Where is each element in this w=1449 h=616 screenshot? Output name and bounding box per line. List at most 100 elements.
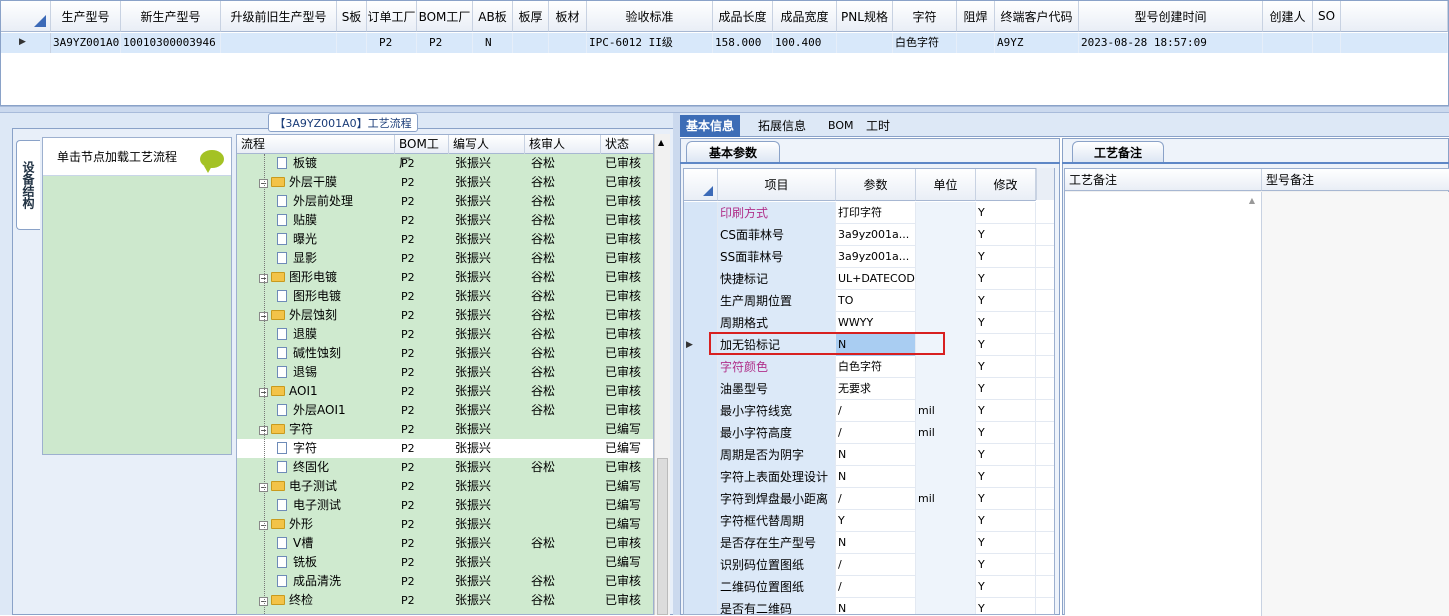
params-col-unit[interactable]: 单位 — [916, 169, 976, 201]
param-cell-unit[interactable]: mil — [916, 488, 976, 510]
param-cell-unit[interactable]: mil — [916, 422, 976, 444]
param-cell-modify[interactable]: Y — [976, 554, 1036, 576]
param-row[interactable]: 字符上表面处理设计 N Y — [684, 466, 1054, 488]
cell-ab-board[interactable]: N — [473, 33, 513, 53]
tree-row[interactable]: 碱性蚀刻 P2 张振兴 谷松 已审核 — [237, 344, 653, 363]
tree-col-bom[interactable]: BOM工厂 — [395, 135, 449, 170]
param-cell-item[interactable]: 字符到焊盘最小距离 — [718, 488, 836, 510]
col-ab-board[interactable]: AB板 — [473, 1, 513, 32]
col-customer-code[interactable]: 终端客户代码 — [995, 1, 1079, 32]
tree-scrollbar[interactable]: ▲ — [654, 134, 670, 615]
tree-row[interactable]: − 电子测试 P2 张振兴 已编写 — [237, 477, 653, 496]
param-cell-item[interactable]: 是否有二维码 — [718, 598, 836, 614]
param-cell-value[interactable]: N — [836, 598, 916, 614]
param-cell-modify[interactable]: Y — [976, 268, 1036, 290]
scroll-up-icon[interactable]: ▲ — [1249, 196, 1255, 205]
param-row-header[interactable] — [684, 356, 718, 378]
param-cell-item[interactable]: 字符颜色 — [718, 356, 836, 378]
tab-basic-info[interactable]: 基本信息 — [680, 115, 741, 137]
param-cell-modify[interactable]: Y — [976, 246, 1036, 268]
cell-bom-factory[interactable]: P2 — [417, 33, 473, 53]
param-row-header[interactable] — [684, 268, 718, 290]
param-row-header[interactable] — [684, 202, 718, 224]
param-row[interactable]: 二维码位置图纸 / Y — [684, 576, 1054, 598]
tree-row[interactable]: 字符 P2 张振兴 已编写 — [237, 439, 653, 458]
tree-row[interactable]: 退膜 P2 张振兴 谷松 已审核 — [237, 325, 653, 344]
tree-row[interactable]: − 外层蚀刻 P2 张振兴 谷松 已审核 — [237, 306, 653, 325]
params-corner[interactable] — [684, 169, 718, 201]
param-cell-unit[interactable] — [916, 444, 976, 466]
params-col-value[interactable]: 参数 — [836, 169, 916, 201]
row-indicator[interactable]: ▶ — [1, 33, 51, 53]
cell-customer-code[interactable]: A9YZ — [995, 33, 1079, 53]
param-cell-item[interactable]: 二维码位置图纸 — [718, 576, 836, 598]
param-row[interactable]: 最小字符线宽 / mil Y — [684, 400, 1054, 422]
cell-solder-mask[interactable] — [957, 33, 995, 53]
param-cell-item[interactable]: SS面菲林号 — [718, 246, 836, 268]
col-width[interactable]: 成品宽度 — [773, 1, 837, 32]
param-cell-modify[interactable]: Y — [976, 202, 1036, 224]
tree-row[interactable]: 图形电镀 P2 张振兴 谷松 已审核 — [237, 287, 653, 306]
param-row[interactable]: 是否存在生产型号 N Y — [684, 532, 1054, 554]
tree-row[interactable]: − 图形电镀 P2 张振兴 谷松 已审核 — [237, 268, 653, 287]
col-solder-mask[interactable]: 阻焊 — [957, 1, 995, 32]
param-cell-unit[interactable] — [916, 312, 976, 334]
tree-col-writer[interactable]: 编写人 — [449, 135, 525, 154]
param-cell-unit[interactable] — [916, 598, 976, 614]
param-row-header[interactable] — [684, 576, 718, 598]
param-cell-value[interactable]: / — [836, 488, 916, 510]
param-cell-value[interactable]: UL+DATECODE — [836, 268, 916, 290]
param-cell-modify[interactable]: Y — [976, 510, 1036, 532]
param-row[interactable]: 字符颜色 白色字符 Y — [684, 356, 1054, 378]
cell-old-prod-model[interactable] — [221, 33, 337, 53]
param-cell-modify[interactable]: Y — [976, 224, 1036, 246]
tree-row[interactable]: 贴膜 P2 张振兴 谷松 已审核 — [237, 211, 653, 230]
tab-extended-info[interactable]: 拓展信息 — [752, 115, 812, 137]
param-cell-unit[interactable] — [916, 532, 976, 554]
param-cell-modify[interactable]: Y — [976, 466, 1036, 488]
col-created-time[interactable]: 型号创建时间 — [1079, 1, 1263, 32]
param-cell-value[interactable]: / — [836, 422, 916, 444]
param-row[interactable]: 最小字符高度 / mil Y — [684, 422, 1054, 444]
param-cell-modify[interactable]: Y — [976, 598, 1036, 614]
remark-col-process[interactable]: 工艺备注 — [1065, 169, 1262, 191]
cell-s-board[interactable] — [337, 33, 367, 53]
param-cell-value[interactable]: WWYY — [836, 312, 916, 334]
param-cell-item[interactable]: CS面菲林号 — [718, 224, 836, 246]
param-cell-value[interactable]: 打印字符 — [836, 202, 916, 224]
param-cell-value[interactable]: N — [836, 532, 916, 554]
grid-corner[interactable] — [1, 1, 51, 32]
param-cell-item[interactable]: 生产周期位置 — [718, 290, 836, 312]
col-pnl-spec[interactable]: PNL规格 — [837, 1, 893, 32]
col-bom-factory[interactable]: BOM工厂 — [417, 1, 473, 32]
param-row-header[interactable] — [684, 466, 718, 488]
param-cell-unit[interactable] — [916, 224, 976, 246]
tree-row[interactable]: 曝光 P2 张振兴 谷松 已审核 — [237, 230, 653, 249]
param-row-header[interactable] — [684, 246, 718, 268]
tree-row[interactable]: 终固化 P2 张振兴 谷松 已审核 — [237, 458, 653, 477]
param-row[interactable]: 生产周期位置 TO Y — [684, 290, 1054, 312]
param-cell-unit[interactable] — [916, 246, 976, 268]
param-cell-unit[interactable] — [916, 356, 976, 378]
param-cell-modify[interactable]: Y — [976, 576, 1036, 598]
param-row-header[interactable] — [684, 290, 718, 312]
col-s-board[interactable]: S板 — [337, 1, 367, 32]
horizontal-splitter[interactable] — [0, 106, 1449, 113]
param-row[interactable]: 快捷标记 UL+DATECODE Y — [684, 268, 1054, 290]
tree-row[interactable]: 板镀 P2 张振兴 谷松 已审核 — [237, 154, 653, 173]
col-new-prod-model[interactable]: 新生产型号 — [121, 1, 221, 32]
tree-row[interactable]: − 终检 P2 张振兴 谷松 已审核 — [237, 591, 653, 610]
param-cell-unit[interactable] — [916, 466, 976, 488]
param-cell-modify[interactable]: Y — [976, 378, 1036, 400]
param-cell-modify[interactable]: Y — [976, 532, 1036, 554]
param-cell-unit[interactable] — [916, 268, 976, 290]
param-cell-modify[interactable]: Y — [976, 356, 1036, 378]
cell-width[interactable]: 100.400 — [773, 33, 837, 53]
cell-character[interactable]: 白色字符 — [893, 33, 957, 53]
remark-col-model[interactable]: 型号备注 — [1262, 169, 1449, 191]
param-cell-unit[interactable] — [916, 510, 976, 532]
scroll-up-icon[interactable]: ▲ — [658, 138, 664, 147]
param-cell-item[interactable]: 周期是否为阴字 — [718, 444, 836, 466]
param-cell-value[interactable]: / — [836, 400, 916, 422]
param-row[interactable]: 周期格式 WWYY Y — [684, 312, 1054, 334]
